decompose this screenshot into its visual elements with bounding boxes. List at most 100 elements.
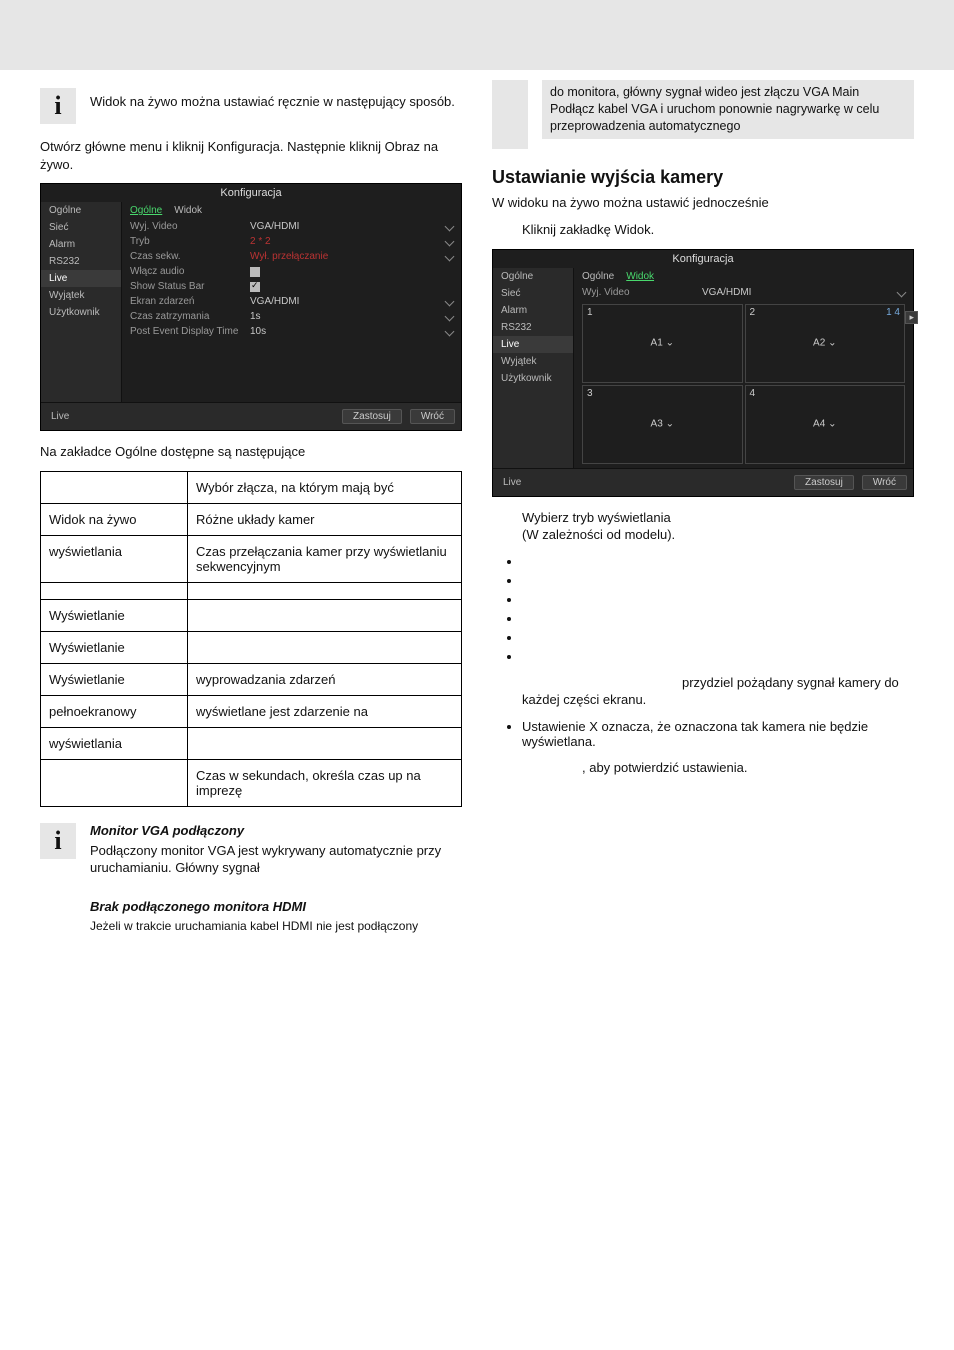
- chevron-down-icon[interactable]: [897, 287, 907, 297]
- assign-cam-text: przydziel pożądany sygnał kamery do każd…: [522, 674, 914, 709]
- nvr2-sidebar-item[interactable]: Użytkownik: [493, 370, 573, 387]
- info-icon: [40, 88, 76, 124]
- options-table: Wybór złącza, na którym mają byćWidok na…: [40, 471, 462, 807]
- nvr1-sidebar-item[interactable]: Użytkownik: [41, 304, 121, 321]
- nvr1-setting-label: Wyj. Video: [130, 221, 240, 232]
- nvr2-tabs: Ogólne Widok: [578, 268, 909, 285]
- nvr1-setting-value[interactable]: Wył. przełączanie: [250, 251, 436, 262]
- nvr1-setting-value[interactable]: 2 * 2: [250, 236, 436, 247]
- nvr1-title: Konfiguracja: [41, 184, 461, 202]
- click-view-tab: Kliknij zakładkę Widok.: [522, 221, 914, 239]
- chevron-down-icon[interactable]: [445, 237, 455, 247]
- table-row-desc: Różne układy kamer: [188, 503, 462, 535]
- nvr1-sidebar-item[interactable]: RS232: [41, 253, 121, 270]
- nvr1-setting-label: Post Event Display Time: [130, 326, 240, 337]
- nvr1-setting-value[interactable]: 1s: [250, 311, 436, 322]
- nvr1-setting-row: Czas zatrzymania 1s: [126, 309, 457, 324]
- nvr2-quad-cell[interactable]: 1 A1 ⌄: [582, 304, 743, 383]
- nvr2-sidebar-item[interactable]: Alarm: [493, 302, 573, 319]
- page: Widok na żywo można ustawiać ręcznie w n…: [0, 80, 954, 998]
- table-row-label: Wyświetlanie: [41, 599, 188, 631]
- table-row-desc: [188, 582, 462, 599]
- quad-cell-channel[interactable]: A1 ⌄: [651, 338, 674, 349]
- table-row-desc: [188, 727, 462, 759]
- nvr1-setting-row: Włącz audio: [126, 264, 457, 279]
- table-row-label: Wyświetlanie: [41, 663, 188, 695]
- nvr2-sidebar-item[interactable]: Ogólne: [493, 268, 573, 285]
- nvr1-setting-label: Show Status Bar: [130, 281, 240, 292]
- nvr1-setting-row: Czas sekw.Wył. przełączanie: [126, 249, 457, 264]
- nvr1-setting-value[interactable]: 10s: [250, 326, 436, 337]
- nvr2-sidebar-item[interactable]: Sieć: [493, 285, 573, 302]
- right-column: do monitora, główny sygnał wideo jest zł…: [492, 80, 914, 958]
- open-menu-text: Otwórz główne menu i kliknij Konfiguracj…: [40, 138, 462, 173]
- nvr2-sidebar-item[interactable]: RS232: [493, 319, 573, 336]
- left-column: Widok na żywo można ustawiać ręcznie w n…: [40, 80, 462, 958]
- nvr2-tab[interactable]: Widok: [626, 271, 654, 282]
- nvr1-sidebar-item[interactable]: Alarm: [41, 236, 121, 253]
- gray-side-strip: [492, 80, 528, 149]
- table-row-label: [41, 471, 188, 503]
- table-row: Wybór złącza, na którym mają być: [41, 471, 462, 503]
- nvr1-sidebar: OgólneSiećAlarmRS232LiveWyjątekUżytkowni…: [41, 202, 122, 402]
- table-row-label: pełnoekranowy: [41, 695, 188, 727]
- nvr1-sidebar-item[interactable]: Ogólne: [41, 202, 121, 219]
- nvr-config-general: Konfiguracja OgólneSiećAlarmRS232LiveWyj…: [40, 183, 462, 431]
- quad-cell-channel[interactable]: A4 ⌄: [813, 419, 836, 430]
- nvr2-sidebar-item[interactable]: Live: [493, 336, 573, 353]
- arrow-right-icon[interactable]: ▸: [905, 311, 918, 324]
- nvr1-setting-label: Czas zatrzymania: [130, 311, 240, 322]
- checkbox-icon[interactable]: [250, 267, 260, 277]
- nvr1-setting-row: Post Event Display Time 10s: [126, 324, 457, 339]
- nvr2-back-button[interactable]: Wróć: [862, 475, 907, 490]
- quad-cell-number: 2: [750, 307, 756, 318]
- mode-bullet-item: [522, 554, 914, 569]
- nvr2-sidebar-item[interactable]: Wyjątek: [493, 353, 573, 370]
- chevron-down-icon[interactable]: [445, 312, 455, 322]
- nvr2-apply-button[interactable]: Zastosuj: [794, 475, 854, 490]
- quad-cell-number: 4: [750, 388, 756, 399]
- quad-cell-channel[interactable]: A2 ⌄: [813, 338, 836, 349]
- nvr2-output-value[interactable]: VGA/HDMI: [702, 287, 888, 298]
- table-row-desc: Czas w sekundach, określa czas up na imp…: [188, 759, 462, 806]
- quad-cell-number: 1: [587, 307, 593, 318]
- chevron-down-icon[interactable]: [445, 297, 455, 307]
- nvr1-sidebar-item[interactable]: Sieć: [41, 219, 121, 236]
- info-block-1: Widok na żywo można ustawiać ręcznie w n…: [40, 88, 462, 124]
- table-row: wyświetlaniaCzas przełączania kamer przy…: [41, 535, 462, 582]
- nvr1-setting-row: Ekran zdarzeńVGA/HDMI: [126, 294, 457, 309]
- table-row: Czas w sekundach, określa czas up na imp…: [41, 759, 462, 806]
- info-icon: [40, 823, 76, 859]
- nvr2-quad-cell[interactable]: 2A2 ⌄1 4▸: [745, 304, 906, 383]
- chevron-down-icon[interactable]: [445, 222, 455, 232]
- checkbox-icon[interactable]: [250, 282, 260, 292]
- nvr1-setting-label: Włącz audio: [130, 266, 240, 277]
- table-row: wyświetlania: [41, 727, 462, 759]
- nvr1-foot-left: Live: [47, 409, 73, 424]
- nvr1-setting-value[interactable]: VGA/HDMI: [250, 296, 436, 307]
- table-row-label: [41, 759, 188, 806]
- nvr2-tab[interactable]: Ogólne: [582, 271, 614, 282]
- chevron-down-icon[interactable]: [445, 252, 455, 262]
- quad-cell-channel[interactable]: A3 ⌄: [651, 419, 674, 430]
- table-row-desc: [188, 631, 462, 663]
- table-row-desc: [188, 599, 462, 631]
- nvr-config-view: Konfiguracja OgólneSiećAlarmRS232LiveWyj…: [492, 249, 914, 497]
- chevron-down-icon[interactable]: [445, 327, 455, 337]
- section-subtext: W widoku na żywo można ustawić jednocześ…: [492, 194, 914, 212]
- table-row-desc: Czas przełączania kamer przy wyświetlani…: [188, 535, 462, 582]
- mode-bullet-list: [492, 554, 914, 664]
- table-row-label: [41, 582, 188, 599]
- nvr1-apply-button[interactable]: Zastosuj: [342, 409, 402, 424]
- nvr1-tab[interactable]: Ogólne: [130, 205, 162, 216]
- nvr1-setting-value[interactable]: VGA/HDMI: [250, 221, 436, 232]
- nvr2-quad-cell[interactable]: 4 A4 ⌄: [745, 385, 906, 464]
- nvr1-back-button[interactable]: Wróć: [410, 409, 455, 424]
- top-gray-band: [0, 0, 954, 70]
- nvr2-quad-grid: 1A1 ⌄2A2 ⌄1 4▸3A3 ⌄4A4 ⌄: [582, 304, 905, 464]
- table-row: Widok na żywoRóżne układy kamer: [41, 503, 462, 535]
- nvr2-quad-cell[interactable]: 3A3 ⌄: [582, 385, 743, 464]
- nvr1-sidebar-item[interactable]: Wyjątek: [41, 287, 121, 304]
- nvr1-sidebar-item[interactable]: Live: [41, 270, 121, 287]
- nvr1-tab[interactable]: Widok: [174, 205, 202, 216]
